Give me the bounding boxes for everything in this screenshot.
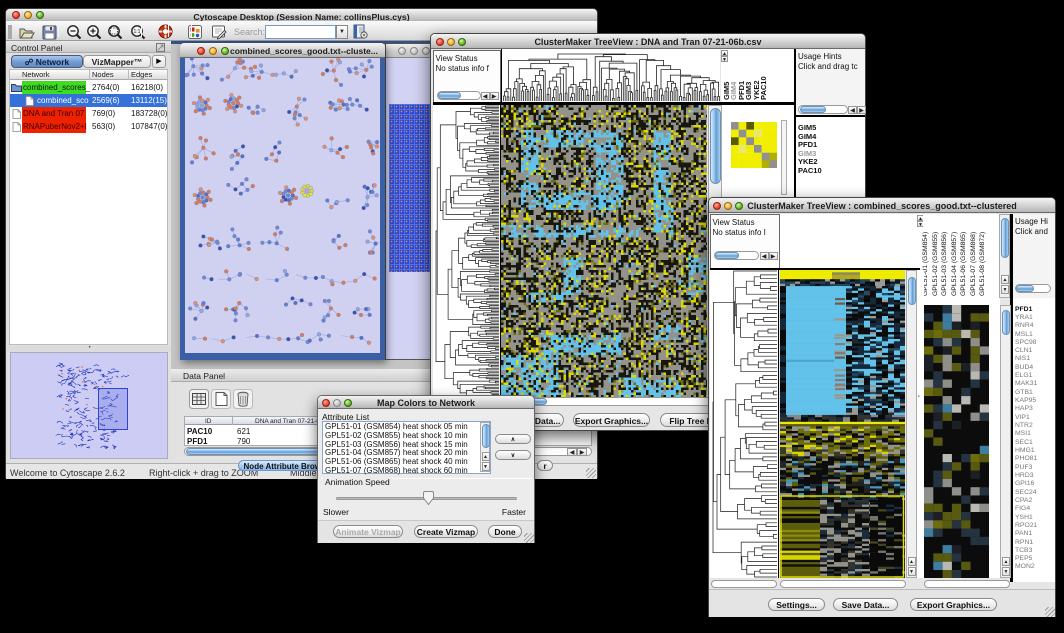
- svg-text:1:1: 1:1: [134, 29, 141, 35]
